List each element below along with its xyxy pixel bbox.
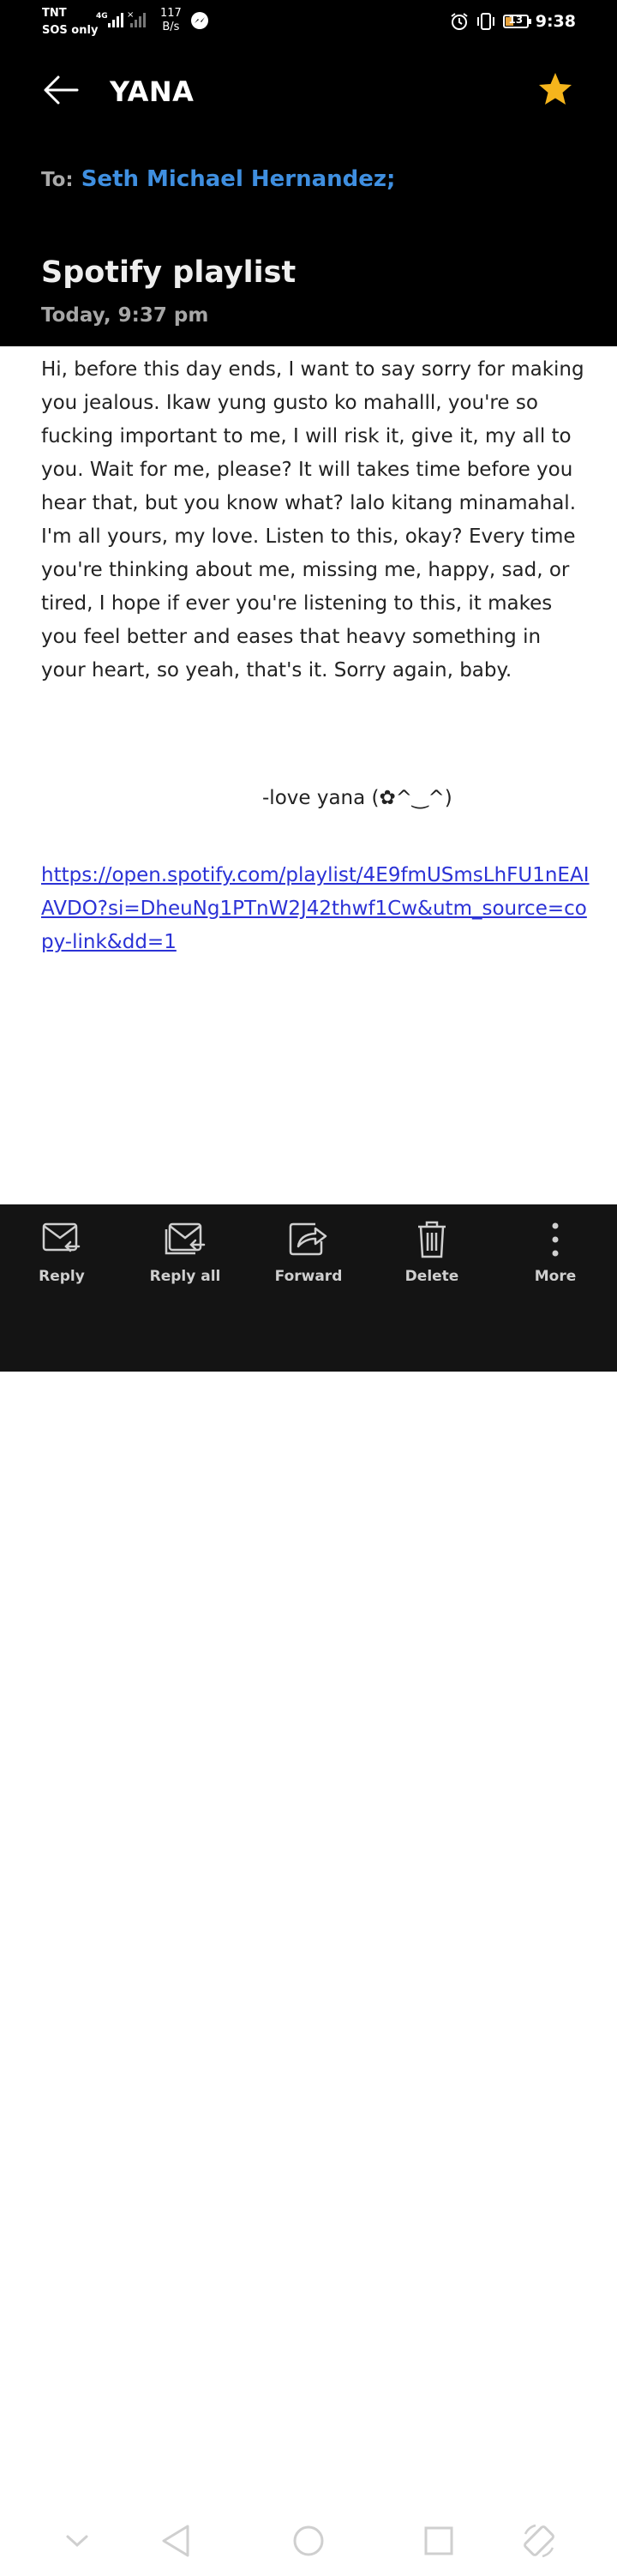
email-subject: Spotify playlist <box>41 255 297 290</box>
delete-label: Delete <box>404 1268 459 1285</box>
carrier-status: SOS only <box>42 24 99 37</box>
to-label: To: <box>41 169 74 191</box>
forward-button[interactable]: Forward <box>247 1218 370 1285</box>
home-circle-icon[interactable] <box>287 2519 330 2562</box>
carrier-name: TNT <box>42 7 67 20</box>
messenger-icon <box>191 12 208 29</box>
recipient-row: To: Seth Michael Hernandez; <box>41 166 395 192</box>
more-button[interactable]: More <box>494 1218 617 1285</box>
status-right: 13 9:38 <box>450 10 576 33</box>
rotate-icon[interactable] <box>518 2519 560 2562</box>
signal-icon: 4G × <box>94 10 153 34</box>
recipient-name[interactable]: Seth Michael Hernandez; <box>81 166 396 192</box>
speed-unit: B/s <box>162 21 180 33</box>
sender-title: YANA <box>110 75 195 108</box>
speed-value: 117 <box>160 7 182 20</box>
back-arrow-icon[interactable] <box>39 69 82 111</box>
reply-label: Reply <box>39 1268 85 1285</box>
recents-square-icon[interactable] <box>417 2519 460 2562</box>
network-speed: 117 B/s <box>160 7 182 34</box>
carrier-info: TNT SOS only <box>42 7 98 38</box>
email-header: TNT SOS only 4G × 117 B/s 13 9:38 YANA T… <box>0 0 617 346</box>
reply-all-button[interactable]: Reply all <box>123 1218 247 1285</box>
more-label: More <box>534 1268 577 1285</box>
battery-level: 13 <box>508 14 524 26</box>
svg-text:×: × <box>127 10 134 20</box>
system-nav-bar <box>0 2509 617 2576</box>
reply-all-icon <box>123 1218 247 1261</box>
reply-icon <box>0 1218 123 1261</box>
reply-all-label: Reply all <box>149 1268 221 1285</box>
more-icon <box>494 1218 617 1261</box>
spotify-link[interactable]: https://open.spotify.com/playlist/4E9fmU… <box>41 859 590 959</box>
vibrate-icon <box>476 13 494 30</box>
forward-icon <box>247 1218 370 1261</box>
forward-label: Forward <box>274 1268 343 1285</box>
email-date: Today, 9:37 pm <box>41 304 209 327</box>
message-text: Hi, before this day ends, I want to say … <box>41 358 584 682</box>
clock: 9:38 <box>535 12 576 31</box>
signature: -love yana (✿^‿^) <box>262 787 452 809</box>
status-bar: TNT SOS only 4G × 117 B/s 13 9:38 <box>0 0 617 43</box>
alarm-icon <box>451 13 468 30</box>
battery-icon: 13 <box>502 14 531 28</box>
action-bar: Reply Reply all Forward Delete More <box>0 1204 617 2558</box>
network-type: 4G <box>96 12 108 21</box>
delete-button[interactable]: Delete <box>370 1218 494 1285</box>
reply-button[interactable]: Reply <box>0 1218 123 1285</box>
chevron-down-icon[interactable] <box>56 2519 99 2562</box>
trash-icon <box>370 1218 494 1261</box>
star-icon[interactable] <box>536 70 574 108</box>
back-triangle-icon[interactable] <box>154 2519 197 2562</box>
email-body: Hi, before this day ends, I want to say … <box>41 353 584 688</box>
